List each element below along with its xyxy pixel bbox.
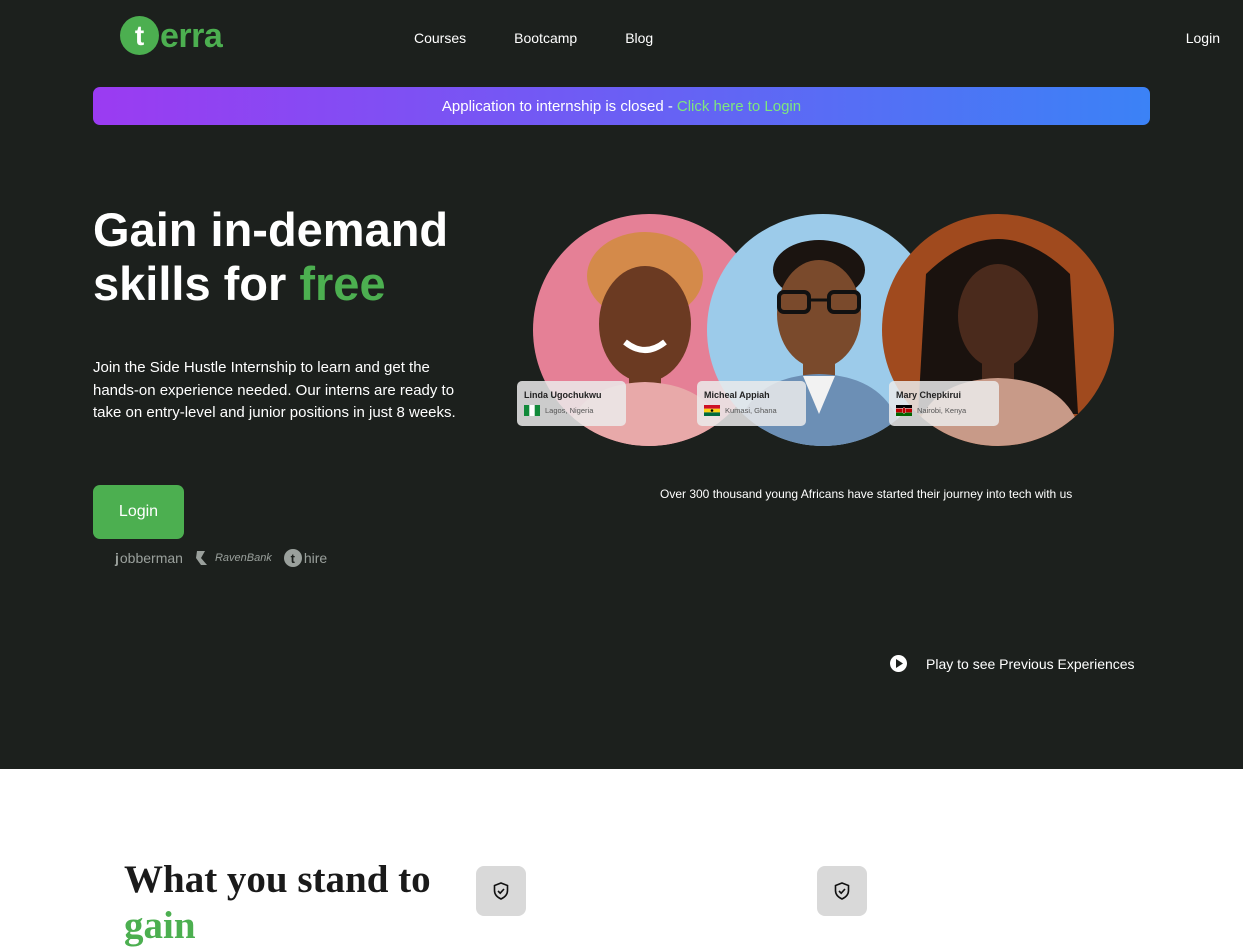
partner-thire-logo: t hire xyxy=(283,549,328,567)
internship-banner: Application to internship is closed - Cl… xyxy=(93,87,1150,125)
play-experiences[interactable]: Play to see Previous Experiences xyxy=(890,655,1135,672)
testimonial-name: Linda Ugochukwu xyxy=(524,390,602,400)
play-icon[interactable] xyxy=(890,655,907,672)
nav-courses[interactable]: Courses xyxy=(414,30,466,46)
banner-text: Application to internship is closed - xyxy=(441,97,673,115)
hero-headline: Gain in-demand skills for free xyxy=(93,203,448,311)
ghana-flag-icon xyxy=(704,405,720,416)
testimonial-name: Mary Chepkirui xyxy=(896,390,962,400)
nav-blog[interactable]: Blog xyxy=(625,30,653,46)
testimonial-card: Mary Chepkirui Nairobi, Kenya xyxy=(889,381,999,426)
logo-wordmark: erra xyxy=(160,16,223,55)
kenya-flag-icon xyxy=(896,405,912,416)
benefits-title-line-1: What you stand to xyxy=(124,858,431,901)
nav-bootcamp[interactable]: Bootcamp xyxy=(514,30,577,46)
testimonial-name: Micheal Appiah xyxy=(704,390,770,400)
hero-section: t erra Courses Bootcamp Blog Login Appli… xyxy=(0,0,1243,769)
benefit-icon-box xyxy=(817,866,867,916)
testimonial-location-row: Kumasi, Ghana xyxy=(704,405,799,416)
headline-line-2: skills for xyxy=(93,257,300,310)
play-label[interactable]: Play to see Previous Experiences xyxy=(926,656,1135,672)
raven-icon xyxy=(195,551,207,565)
testimonial-location: Nairobi, Kenya xyxy=(917,406,967,415)
login-link[interactable]: Login xyxy=(1186,30,1220,46)
partner-thire-label: hire xyxy=(303,550,328,566)
main-nav: Courses Bootcamp Blog xyxy=(414,30,653,46)
nigeria-flag-icon xyxy=(524,405,540,416)
testimonial-card: Linda Ugochukwu Lagos, Nigeria xyxy=(517,381,626,426)
partner-jobberman-logo: j obberman xyxy=(115,550,183,566)
hero-description: Join the Side Hustle Internship to learn… xyxy=(93,359,456,421)
benefits-title-line-2: gain xyxy=(124,904,196,947)
login-button[interactable]: Login xyxy=(93,485,184,539)
partner-jobberman-label: obberman xyxy=(119,550,183,566)
shield-check-icon xyxy=(834,882,850,900)
headline-accent: free xyxy=(299,257,386,310)
testimonial-location-row: Lagos, Nigeria xyxy=(524,405,619,416)
headline-line-1: Gain in-demand xyxy=(93,203,449,256)
partner-logos: j obberman RavenBank t hire xyxy=(115,549,327,567)
logo-mark-icon: t xyxy=(120,16,159,55)
shield-check-icon xyxy=(493,882,509,900)
community-stat: Over 300 thousand young Africans have st… xyxy=(660,487,1073,501)
thire-mark-icon: t xyxy=(283,549,302,567)
testimonial-location: Kumasi, Ghana xyxy=(725,406,777,415)
partner-ravenbank-logo: RavenBank xyxy=(195,549,272,567)
testimonial-location: Lagos, Nigeria xyxy=(545,406,594,415)
banner-login-link[interactable]: Click here to Login xyxy=(677,98,801,115)
benefits-title: What you stand to gain xyxy=(124,857,431,949)
terra-logo[interactable]: t erra xyxy=(120,16,223,55)
testimonial-location-row: Nairobi, Kenya xyxy=(896,405,992,416)
benefit-icon-box xyxy=(476,866,526,916)
partner-ravenbank-label: RavenBank xyxy=(214,552,272,564)
testimonial-card: Micheal Appiah Kumasi, Ghana xyxy=(697,381,806,426)
